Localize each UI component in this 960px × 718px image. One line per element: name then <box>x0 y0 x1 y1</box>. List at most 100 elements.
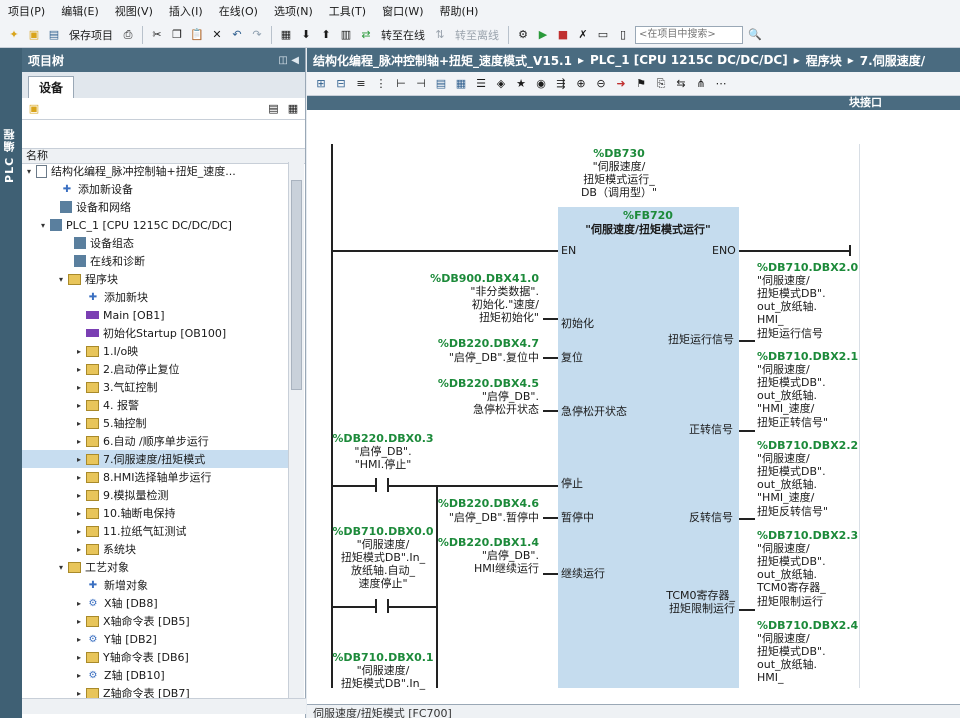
list-view-icon[interactable]: ▤ <box>433 76 449 92</box>
expand-right-icon[interactable]: ▸ <box>74 347 84 356</box>
breadcrumb-item[interactable]: 程序块 <box>806 52 842 69</box>
tree-item[interactable]: ▸ Z轴命令表 [DB7] <box>22 684 288 698</box>
menu-item[interactable]: 视图(V) <box>115 3 153 19</box>
tree-item[interactable]: ▸ ⚙ Z轴 [DB10] <box>22 666 288 684</box>
expand-right-icon[interactable]: ▸ <box>74 437 84 446</box>
cross-reference-icon[interactable]: ✗ <box>575 27 591 43</box>
grid-view-icon[interactable]: ▦ <box>453 76 469 92</box>
tree-item[interactable]: ▸ 3.气缸控制 <box>22 378 288 396</box>
tree-item[interactable]: ✚ 添加新块 <box>22 288 288 306</box>
tree-item[interactable]: ▸ 系统块 <box>22 540 288 558</box>
block-interface-bar[interactable]: 块接口 <box>307 96 960 110</box>
open-project-icon[interactable]: ▣ <box>26 27 42 43</box>
tree-item[interactable]: ▸ 7.伺服速度/扭矩模式 <box>22 450 288 468</box>
comment-icon[interactable]: ☰ <box>473 76 489 92</box>
new-item-icon[interactable]: ▣ <box>26 101 42 117</box>
tree-horizontal-scrollbar[interactable] <box>22 698 306 714</box>
tree-item[interactable]: ▸ ⚙ X轴 [DB8] <box>22 594 288 612</box>
tree-item[interactable]: ▾ 结构化编程_脉冲控制轴+扭矩_速度... <box>22 162 288 180</box>
download-icon[interactable]: ⬇ <box>298 27 314 43</box>
tree-item[interactable]: ▾ 程序块 <box>22 270 288 288</box>
tree-item[interactable]: ✚ 添加新设备 <box>22 180 288 198</box>
menu-item[interactable]: 工具(T) <box>329 3 366 19</box>
go-to-icon[interactable]: ➜ <box>613 76 629 92</box>
expand-right-icon[interactable]: ▸ <box>74 599 84 608</box>
delete-network-icon[interactable]: ⊟ <box>333 76 349 92</box>
menu-item[interactable]: 项目(P) <box>8 3 45 19</box>
tree-item[interactable]: Main [OB1] <box>22 306 288 324</box>
expand-right-icon[interactable]: ▸ <box>74 509 84 518</box>
save-icon[interactable]: ▤ <box>46 27 62 43</box>
call-hierarchy-icon[interactable]: ⇶ <box>553 76 569 92</box>
print-icon[interactable]: ⎙ <box>120 27 136 43</box>
go-offline-button[interactable]: 转至离线 <box>455 27 499 43</box>
function-block-box[interactable] <box>558 207 739 688</box>
insert-row-icon[interactable]: ≡ <box>353 76 369 92</box>
undo-icon[interactable]: ↶ <box>229 27 245 43</box>
expand-right-icon[interactable]: ▸ <box>74 545 84 554</box>
paste-icon[interactable]: 📋 <box>189 27 205 43</box>
snapshot-icon[interactable]: ⎘ <box>653 76 669 92</box>
tree-item[interactable]: ▸ ⚙ Y轴 [DB2] <box>22 630 288 648</box>
go-offline-icon[interactable]: ⇅ <box>432 27 448 43</box>
new-project-icon[interactable]: ✦ <box>6 27 22 43</box>
expand-down-icon[interactable]: ▾ <box>56 275 66 284</box>
split-horizontal-icon[interactable]: ▭ <box>595 27 611 43</box>
simulation-icon[interactable]: ▥ <box>338 27 354 43</box>
more-icon[interactable]: ⋯ <box>713 76 729 92</box>
expand-right-icon[interactable]: ▸ <box>74 419 84 428</box>
tree-item[interactable]: 在线和诊断 <box>22 252 288 270</box>
expand-right-icon[interactable]: ▸ <box>74 671 84 680</box>
expand-right-icon[interactable]: ▸ <box>74 455 84 464</box>
tab-devices[interactable]: 设备 <box>28 76 75 98</box>
bookmark-icon[interactable]: ⚑ <box>633 76 649 92</box>
expand-right-icon[interactable]: ▸ <box>74 491 84 500</box>
upload-icon[interactable]: ⬆ <box>318 27 334 43</box>
copy-icon[interactable]: ❐ <box>169 27 185 43</box>
expand-right-icon[interactable]: ▸ <box>74 689 84 698</box>
delete-icon[interactable]: ✕ <box>209 27 225 43</box>
menu-item[interactable]: 帮助(H) <box>440 3 479 19</box>
tree-item[interactable]: 设备和网络 <box>22 198 288 216</box>
network-display-icon[interactable]: ⋔ <box>693 76 709 92</box>
project-search-input[interactable] <box>635 25 743 44</box>
menu-item[interactable]: 选项(N) <box>274 3 313 19</box>
expand-all-icon[interactable]: ⊕ <box>573 76 589 92</box>
tree-item[interactable]: ▸ 5.轴控制 <box>22 414 288 432</box>
tree-item[interactable]: ▸ 6.自动 /顺序单步运行 <box>22 432 288 450</box>
expand-down-icon[interactable]: ▾ <box>24 167 34 176</box>
expand-right-icon[interactable]: ▸ <box>74 527 84 536</box>
tree-item[interactable]: ▸ X轴命令表 [DB5] <box>22 612 288 630</box>
save-project-button[interactable]: 保存项目 <box>69 27 113 43</box>
tree-item[interactable]: ▸ 1.I/o映 <box>22 342 288 360</box>
overview-icon[interactable]: ▤ <box>266 101 282 117</box>
go-online-icon[interactable]: ⇄ <box>358 27 374 43</box>
contact-auto-stop[interactable] <box>375 599 389 613</box>
expand-right-icon[interactable]: ▸ <box>74 473 84 482</box>
expand-right-icon[interactable]: ▸ <box>74 365 84 374</box>
breadcrumb-item[interactable]: 结构化编程_脉冲控制轴+扭矩_速度模式_V15.1 <box>313 52 572 69</box>
tree-item[interactable]: 初始化Startup [OB100] <box>22 324 288 342</box>
scroll-thumb[interactable] <box>291 180 302 390</box>
expand-right-icon[interactable]: ▸ <box>74 383 84 392</box>
sort-icon[interactable]: ▦ <box>285 101 301 117</box>
favorites-icon[interactable]: ★ <box>513 76 529 92</box>
tree-item[interactable]: ▸ 9.模拟量检测 <box>22 486 288 504</box>
menu-item[interactable]: 在线(O) <box>219 3 258 19</box>
collapse-all-icon[interactable]: ⊖ <box>593 76 609 92</box>
expand-right-icon[interactable]: ▸ <box>74 401 84 410</box>
tree-item[interactable]: ▾ PLC_1 [CPU 1215C DC/DC/DC] <box>22 216 288 234</box>
insert-network-icon[interactable]: ⊞ <box>313 76 329 92</box>
accessible-devices-icon[interactable]: ⚙ <box>515 27 531 43</box>
tree-item[interactable]: ▸ 2.启动停止复位 <box>22 360 288 378</box>
menu-item[interactable]: 窗口(W) <box>382 3 423 19</box>
tree-item[interactable]: ▾ 工艺对象 <box>22 558 288 576</box>
bottom-editor-tab[interactable]: 伺服速度/扭矩模式 [FC700] <box>307 704 960 718</box>
expand-right-icon[interactable]: ▸ <box>74 635 84 644</box>
insert-column-icon[interactable]: ⋮ <box>373 76 389 92</box>
open-branch-icon[interactable]: ⊢ <box>393 76 409 92</box>
breadcrumb-item[interactable]: PLC_1 [CPU 1215C DC/DC/DC] <box>590 53 788 67</box>
plc-programming-side-tab[interactable]: PLC 编程 <box>0 48 22 718</box>
breadcrumb-item[interactable]: 7.伺服速度/ <box>860 52 925 69</box>
start-cpu-icon[interactable]: ▶ <box>535 27 551 43</box>
